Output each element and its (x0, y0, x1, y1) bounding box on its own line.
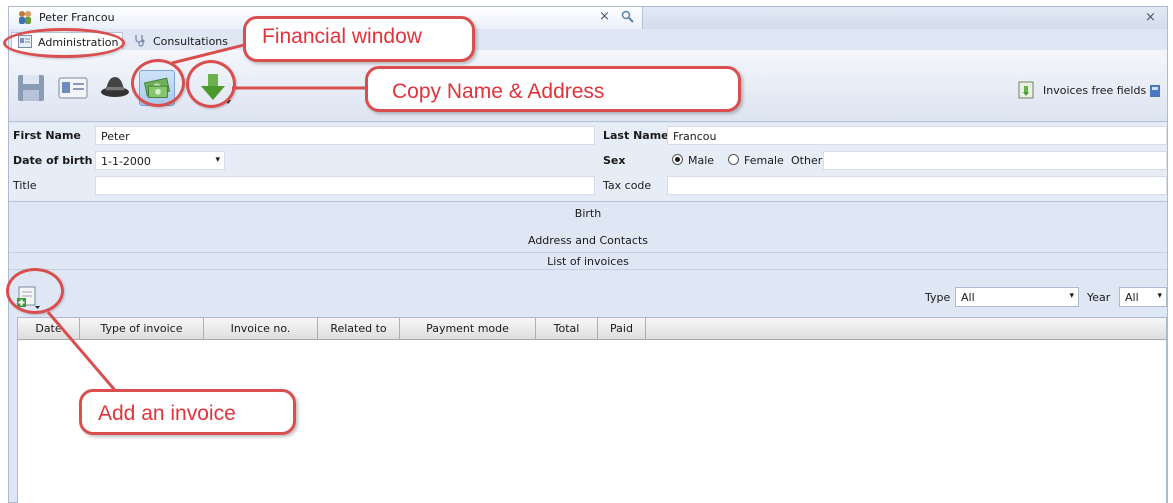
last-name-field[interactable]: Francou (667, 126, 1167, 145)
first-name-field[interactable]: Peter (95, 126, 595, 145)
search-icon[interactable] (621, 10, 635, 24)
callout-add-invoice: Add an invoice (79, 389, 296, 435)
callout-copy-name-address: Copy Name & Address (365, 66, 741, 112)
save-button[interactable] (13, 70, 49, 106)
chevron-down-icon: ▾ (215, 155, 220, 165)
sex-male-radio[interactable] (672, 154, 683, 165)
year-filter-value: All (1125, 291, 1139, 304)
column-header-paid[interactable]: Paid (598, 318, 646, 340)
document-tab-bar: Peter Francou × × (9, 7, 1167, 29)
date-of-birth-select[interactable]: 1-1-2000 ▾ (95, 151, 225, 170)
highlight-ring (131, 59, 185, 107)
type-filter-value: All (961, 291, 975, 304)
type-filter-label: Type (925, 291, 951, 304)
doc-tab-title: Peter Francou (39, 11, 115, 24)
title-label: Title (13, 179, 37, 192)
date-of-birth-value: 1-1-2000 (101, 155, 151, 168)
sex-female-radio[interactable] (728, 154, 739, 165)
tax-code-field[interactable] (667, 176, 1167, 195)
spy-hat-icon (101, 77, 129, 97)
stethoscope-icon (135, 35, 145, 47)
first-name-label: First Name (13, 129, 81, 142)
sex-other-field[interactable] (823, 151, 1167, 170)
floppy-disk-icon (18, 75, 44, 101)
sub-tab-bar: Administration Consultations (9, 30, 1167, 50)
type-filter-select[interactable]: All ▾ (955, 287, 1079, 307)
divider (9, 269, 1167, 270)
app: Peter Francou × × Administration Consult… (0, 0, 1173, 503)
year-filter-label: Year (1087, 291, 1111, 304)
column-header-payment-mode[interactable]: Payment mode (400, 318, 536, 340)
callout-financial-window: Financial window (243, 16, 475, 62)
title-field[interactable] (95, 176, 595, 195)
highlight-ring (3, 28, 125, 58)
column-header-related-to[interactable]: Related to (318, 318, 400, 340)
column-header-date[interactable]: Date (18, 318, 80, 340)
sex-other-label: Other (791, 154, 823, 167)
section-list-of-invoices[interactable]: List of invoices (9, 255, 1167, 275)
column-header-total[interactable]: Total (536, 318, 598, 340)
last-name-label: Last Name (603, 129, 669, 142)
invoices-table-header: Date Type of invoice Invoice no. Related… (18, 318, 1166, 340)
chevron-down-icon: ▾ (1157, 291, 1162, 301)
tab-consultations-label: Consultations (153, 35, 228, 48)
highlight-ring (186, 60, 236, 108)
chevron-down-icon: ▾ (1069, 291, 1074, 301)
divider (9, 252, 1167, 253)
patient-form: First Name Peter Last Name Francou Date … (9, 123, 1167, 202)
id-card-icon (58, 77, 88, 99)
close-icon[interactable]: × (599, 10, 610, 23)
identity-card-button[interactable] (55, 70, 91, 106)
sex-label: Sex (603, 154, 626, 167)
section-address-contacts[interactable]: Address and Contacts (9, 234, 1167, 254)
date-of-birth-label: Date of birth (13, 154, 93, 167)
privacy-button[interactable] (97, 70, 133, 106)
sex-female-label: Female (744, 154, 784, 167)
doc-tab-search[interactable]: × (643, 7, 1167, 29)
section-birth[interactable]: Birth (9, 207, 1167, 227)
column-header-type[interactable]: Type of invoice (80, 318, 204, 340)
column-header-invoice-no[interactable]: Invoice no. (204, 318, 318, 340)
highlight-ring (6, 268, 64, 314)
tax-code-label: Tax code (603, 179, 652, 192)
close-icon[interactable]: × (1145, 11, 1156, 24)
help-book-icon[interactable] (1149, 84, 1161, 98)
invoice-filters: Type All ▾ Year All ▾ (9, 279, 1167, 315)
tab-consultations[interactable]: Consultations (127, 32, 247, 50)
invoices-free-fields-icon (1017, 80, 1037, 100)
year-filter-select[interactable]: All ▾ (1119, 287, 1167, 307)
invoices-free-fields-label[interactable]: Invoices free fields (1043, 84, 1146, 97)
people-icon (19, 11, 31, 24)
sex-male-label: Male (688, 154, 715, 167)
